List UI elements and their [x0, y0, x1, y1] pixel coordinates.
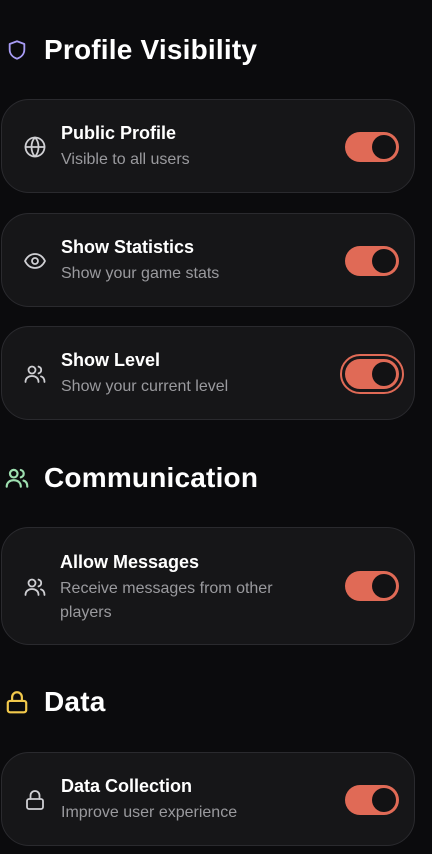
- show-level-toggle[interactable]: [340, 354, 404, 394]
- lock-icon: [4, 689, 30, 715]
- setting-card-show-statistics: Show Statistics Show your game stats: [1, 213, 415, 307]
- users-icon: [23, 362, 47, 386]
- toggle-knob: [372, 574, 396, 598]
- section-title: Profile Visibility: [44, 34, 258, 65]
- setting-description: Visible to all users: [61, 151, 190, 168]
- section-header-data: Data: [4, 686, 106, 718]
- setting-title: Show Statistics: [61, 237, 195, 257]
- section-header-communication: Communication: [4, 462, 258, 494]
- section-title: Data: [44, 686, 106, 717]
- toggle-knob: [372, 135, 396, 159]
- toggle-knob: [372, 249, 396, 273]
- public-profile-toggle[interactable]: [345, 132, 399, 162]
- allow-messages-toggle[interactable]: [345, 571, 399, 601]
- setting-card-show-level: Show Level Show your current level: [1, 326, 415, 420]
- setting-description: Show your current level: [61, 378, 229, 395]
- users-icon: [4, 465, 30, 491]
- setting-title: Data Collection: [61, 776, 193, 796]
- setting-title: Public Profile: [61, 123, 177, 143]
- setting-description-line-2: players: [60, 604, 112, 621]
- section-title: Communication: [44, 462, 259, 493]
- setting-title: Allow Messages: [60, 552, 200, 572]
- show-statistics-toggle[interactable]: [345, 246, 399, 276]
- lock-icon: [23, 788, 47, 812]
- setting-card-allow-messages: Allow Messages Receive messages from oth…: [1, 527, 415, 645]
- setting-description: Improve user experience: [61, 804, 238, 821]
- shield-icon: [4, 37, 30, 63]
- setting-description: Show your game stats: [61, 265, 220, 282]
- section-header-profile-visibility: Profile Visibility: [4, 34, 257, 66]
- setting-description-line-1: Receive messages from other: [60, 580, 273, 597]
- setting-title: Show Level: [61, 350, 161, 370]
- toggle-knob: [372, 788, 396, 812]
- setting-card-data-collection: Data Collection Improve user experience: [1, 752, 415, 846]
- setting-card-public-profile: Public Profile Visible to all users: [1, 99, 415, 193]
- globe-icon: [23, 135, 47, 159]
- data-collection-toggle[interactable]: [345, 785, 399, 815]
- users-icon: [23, 575, 47, 599]
- eye-icon: [23, 249, 47, 273]
- toggle-knob: [372, 362, 396, 386]
